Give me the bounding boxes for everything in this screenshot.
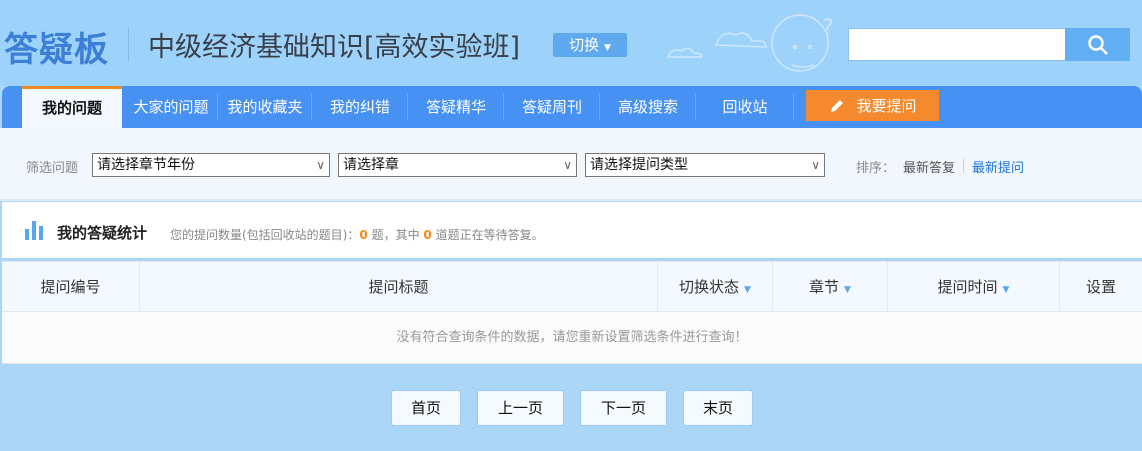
last-page-button[interactable]: 末页 (683, 390, 753, 426)
stats-mid: 题，其中 (371, 228, 420, 242)
logo[interactable]: 答疑板 (4, 22, 109, 71)
prev-page-button[interactable]: 上一页 (477, 390, 564, 426)
next-page-button[interactable]: 下一页 (580, 390, 667, 426)
tab-featured[interactable]: 答疑精华 (408, 86, 504, 128)
sort-latest-question[interactable]: 最新提问 (972, 157, 1024, 176)
stats-prefix: 您的提问数量(包括回收站的题目)： (170, 228, 360, 242)
tab-all-questions[interactable]: 大家的问题 (124, 86, 218, 128)
sort-divider (963, 159, 965, 173)
empty-message: 没有符合查询条件的数据，请您重新设置筛选条件进行查询！ (2, 312, 1142, 364)
svg-text:?: ? (822, 16, 834, 41)
ask-question-button[interactable]: 我要提问 (806, 90, 939, 121)
sort-options: 排序： 最新答复 最新提问 (856, 157, 1024, 176)
select-chapter[interactable]: 请选择章 ∨ (338, 153, 577, 177)
switch-course-button[interactable]: 切换 ▼ (553, 33, 627, 57)
select-question-type[interactable]: 请选择提问类型 ∨ (585, 153, 825, 177)
switch-label: 切换 (569, 36, 600, 54)
stats-description: 您的提问数量(包括回收站的题目)：0 题，其中 0 道题正在等待答复。 (170, 226, 544, 243)
col-label: 提问时间 (937, 278, 998, 296)
select-value: 请选择章 (343, 157, 399, 173)
course-title: 中级经济基础知识[高效实验班] (148, 32, 521, 63)
search-icon (1087, 34, 1108, 55)
stats-suffix: 道题正在等待答复。 (435, 228, 544, 242)
caret-down-icon: ▼ (844, 285, 851, 295)
col-question-id: 提问编号 (2, 262, 140, 312)
select-value: 请选择提问类型 (590, 157, 688, 173)
table-header: 提问编号 提问标题 切换状态 ▼ 章节 ▼ 提问时间 ▼ 设置 (2, 261, 1142, 312)
select-chapter-year[interactable]: 请选择章节年份 ∨ (92, 153, 330, 177)
mascot-cloud-decoration-icon: ? (666, 14, 834, 72)
caret-down-icon: ▼ (744, 285, 751, 295)
tab-corrections[interactable]: 我的纠错 (312, 86, 408, 128)
caret-down-icon: ▼ (1002, 285, 1010, 295)
chevron-down-icon: ∨ (811, 158, 820, 172)
first-page-button[interactable]: 首页 (391, 390, 461, 426)
caret-down-icon: ▼ (603, 43, 611, 53)
col-status[interactable]: 切换状态 ▼ (658, 262, 773, 312)
search-button[interactable] (1065, 28, 1130, 61)
pencil-icon (831, 99, 844, 112)
chevron-down-icon: ∨ (563, 158, 572, 172)
sort-latest-reply[interactable]: 最新答复 (903, 157, 955, 176)
col-settings: 设置 (1085, 278, 1116, 296)
tab-favorites[interactable]: 我的收藏夹 (218, 86, 312, 128)
bar-chart-icon (25, 221, 43, 240)
col-label: 切换状态 (679, 278, 740, 296)
tab-weekly[interactable]: 答疑周刊 (504, 86, 600, 128)
tab-my-questions[interactable]: 我的问题 (22, 86, 122, 128)
col-question-title: 提问标题 (140, 262, 658, 312)
sort-label: 排序： (856, 161, 896, 176)
search-input[interactable] (848, 28, 1065, 61)
stats-title: 我的答疑统计 (57, 224, 148, 242)
header-divider (128, 28, 129, 62)
col-time[interactable]: 提问时间 ▼ (888, 262, 1060, 312)
tab-recycle-bin[interactable]: 回收站 (696, 86, 794, 128)
ask-label: 我要提问 (856, 97, 917, 115)
chevron-down-icon: ∨ (316, 158, 325, 172)
filter-label: 筛选问题 (26, 161, 79, 176)
pending-count: 0 (423, 228, 432, 242)
col-label: 章节 (809, 278, 840, 296)
col-chapter[interactable]: 章节 ▼ (773, 262, 888, 312)
select-value: 请选择章节年份 (97, 157, 195, 173)
tab-advanced-search[interactable]: 高级搜索 (600, 86, 696, 128)
total-count: 0 (359, 228, 368, 242)
